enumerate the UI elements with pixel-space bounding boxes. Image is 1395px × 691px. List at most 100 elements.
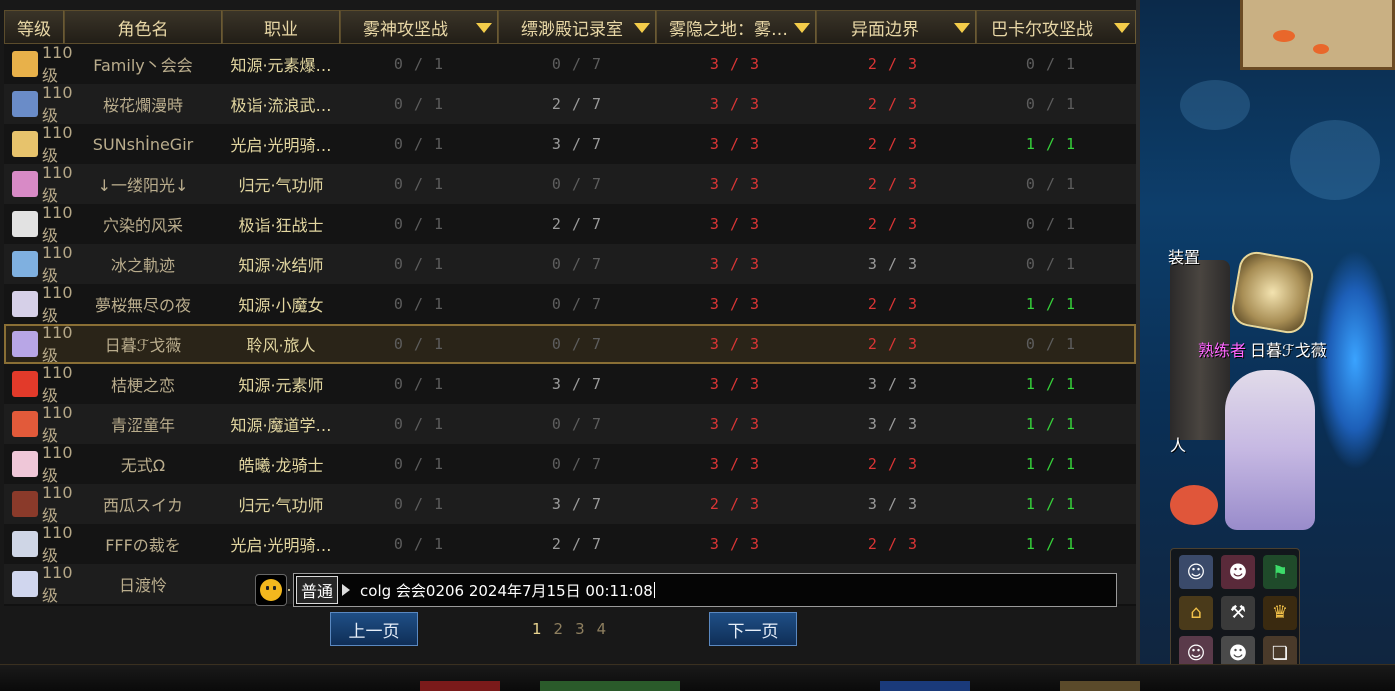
table-row[interactable]: 110级 桜花爛漫時 极诣·流浪武… 0 / 1 2 / 7 3 / 3 2 / 3 0 / …: [4, 83, 1136, 126]
member-job: 知源·元素师: [238, 376, 324, 395]
table-row[interactable]: 110级 Family丶会会 知源·元素爆… 0 / 1 0 / 7 3 / 3 2 / 3…: [4, 43, 1136, 86]
smiley-icon: [260, 579, 282, 601]
emoji-button[interactable]: [255, 574, 287, 606]
page-number[interactable]: 4: [597, 620, 607, 638]
member-level-cell: 110级: [4, 203, 73, 246]
header-job[interactable]: 职业: [222, 10, 340, 44]
player-character[interactable]: [1225, 370, 1315, 530]
dungeon-progress-1: 0 / 1: [393, 455, 445, 473]
member-name: 青涩童年: [110, 416, 175, 435]
dropdown-arrow-icon[interactable]: [476, 23, 492, 33]
dungeon-progress-2: 2 / 7: [551, 535, 603, 553]
page-number[interactable]: 1: [532, 620, 542, 638]
dropdown-arrow-icon[interactable]: [1114, 23, 1130, 33]
dungeon-progress-2: 0 / 7: [551, 455, 603, 473]
header-dungeon-2[interactable]: 缥渺殿记录室: [498, 10, 656, 44]
header-dungeon-1[interactable]: 雾神攻坚战: [340, 10, 498, 44]
dungeon-progress-5: 0 / 1: [1025, 255, 1077, 273]
member-name: Family丶会会: [93, 56, 193, 75]
dungeon-progress-3: 3 / 3: [709, 295, 761, 313]
header-dungeon-2-label: 缥渺殿记录室: [521, 19, 623, 40]
side-label: 人: [1170, 436, 1187, 455]
minimap[interactable]: [1240, 0, 1395, 70]
dungeon-progress-2: 0 / 7: [551, 175, 603, 193]
member-name: 无式Ω: [120, 456, 166, 475]
table-row[interactable]: 110级 无式Ω 皓曦·龙骑士 0 / 1 0 / 7 3 / 3 2 / 3 1 / 1: [4, 443, 1136, 485]
dungeon-progress-2: 0 / 7: [551, 335, 603, 353]
crown-icon[interactable]: ♛: [1263, 595, 1297, 630]
member-name: 日渡怜: [118, 576, 167, 595]
page-number[interactable]: 3: [575, 620, 585, 638]
header-name[interactable]: 角色名: [64, 10, 222, 44]
table-row[interactable]: 110级 ↓一缕阳光↓ 归元·气功师 0 / 1 0 / 7 3 / 3 2 / 3 0 / …: [4, 163, 1136, 205]
quick-menu-panel: ☺ ☻ ⚑ ⌂ ⚒ ♛ ☺ ☻ ❏: [1170, 548, 1300, 678]
next-page-button[interactable]: 下一页: [709, 612, 797, 646]
dungeon-progress-4: 2 / 3: [867, 335, 919, 353]
npc-icon[interactable]: ☻: [1221, 555, 1255, 589]
header-dungeon-3[interactable]: 雾隐之地：雾…: [656, 10, 816, 44]
dungeon-progress-1: 0 / 1: [393, 135, 445, 153]
dungeon-progress-5: 1 / 1: [1025, 495, 1077, 513]
dungeon-progress-3: 2 / 3: [709, 495, 761, 513]
chat-input[interactable]: 普通 colg 会会0206 2024年7月15日 00:11:08: [293, 573, 1117, 607]
header-level[interactable]: 等级: [4, 10, 64, 44]
dungeon-progress-5: 0 / 1: [1025, 55, 1077, 73]
chat-input-text: colg 会会0206 2024年7月15日 00:11:08: [360, 581, 653, 600]
table-row[interactable]: 110级 FFFの裁を 光启·光明骑… 0 / 1 2 / 7 3 / 3 2 / 3 1 /…: [4, 523, 1136, 565]
member-level-cell: 110级: [4, 43, 73, 86]
guild-member-panel: 等级 角色名 职业 雾神攻坚战 缥渺殿记录室 雾隐之地：雾… 异面边界 巴卡尔攻…: [0, 0, 1140, 664]
header-dungeon-3-label: 雾隐之地：雾…: [669, 19, 788, 40]
table-row[interactable]: 110级 青涩童年 知源·魔道学… 0 / 1 0 / 7 3 / 3 3 / 3 1 / 1: [4, 403, 1136, 445]
table-row[interactable]: 110级 日暮ℱ戈薇 聆风·旅人 0 / 1 0 / 7 3 / 3 2 / 3 0 / 1: [4, 323, 1136, 365]
member-level-cell: 110级: [4, 83, 73, 126]
member-job: 聆风·旅人: [246, 336, 316, 355]
dungeon-progress-3: 3 / 3: [709, 55, 761, 73]
avatar-icon: [12, 91, 38, 117]
dropdown-arrow-icon[interactable]: [794, 23, 810, 33]
header-dungeon-4[interactable]: 异面边界: [816, 10, 976, 44]
dungeon-progress-4: 2 / 3: [867, 135, 919, 153]
member-job: 皓曦·龙骑士: [238, 456, 324, 475]
table-row[interactable]: 110级 桔梗之恋 知源·元素师 0 / 1 3 / 7 3 / 3 3 / 3 1 / 1: [4, 363, 1136, 405]
header-dungeon-1-label: 雾神攻坚战: [363, 19, 448, 40]
dungeon-progress-3: 3 / 3: [709, 535, 761, 553]
guild-icon[interactable]: ⚑: [1263, 555, 1297, 589]
character-icon[interactable]: ☺: [1179, 555, 1213, 589]
member-job: 极诣·流浪武…: [230, 96, 332, 115]
trade-icon[interactable]: ⚒: [1221, 595, 1255, 630]
member-name: FFFの裁を: [105, 536, 181, 555]
side-label: 装置: [1168, 248, 1201, 267]
member-level-cell: 110级: [4, 563, 73, 606]
dungeon-progress-4: 2 / 3: [867, 95, 919, 113]
dungeon-progress-1: 0 / 1: [393, 95, 445, 113]
dropdown-arrow-icon[interactable]: [954, 23, 970, 33]
avatar-icon: [12, 531, 38, 557]
dropdown-arrow-icon[interactable]: [634, 23, 650, 33]
member-name: 夢桜無尽の夜: [94, 296, 191, 315]
table-row[interactable]: 110级 西瓜スイカ 归元·气功师 0 / 1 3 / 7 2 / 3 3 / 3 1 / 1: [4, 483, 1136, 525]
avatar-icon: [12, 411, 38, 437]
dungeon-progress-1: 0 / 1: [393, 415, 445, 433]
dungeon-progress-1: 0 / 1: [393, 255, 445, 273]
table-row[interactable]: 110级 穴染的风采 极诣·狂战士 0 / 1 2 / 7 3 / 3 2 / 3 0 / 1: [4, 203, 1136, 246]
dungeon-progress-4: 3 / 3: [867, 255, 919, 273]
table-row[interactable]: 110级 SUNshİneGir 光启·光明骑… 0 / 1 3 / 7 3 / 3 2 /…: [4, 123, 1136, 165]
page-number[interactable]: 2: [554, 620, 564, 638]
dungeon-progress-3: 3 / 3: [709, 415, 761, 433]
prev-page-button[interactable]: 上一页: [330, 612, 418, 646]
avatar-icon: [12, 451, 38, 477]
header-dungeon-5[interactable]: 巴卡尔攻坚战: [976, 10, 1136, 44]
dungeon-progress-2: 0 / 7: [551, 55, 603, 73]
home-icon[interactable]: ⌂: [1179, 595, 1213, 630]
avatar-icon: [12, 571, 38, 597]
chat-channel-selector[interactable]: 普通: [296, 576, 339, 604]
chat-input-bar[interactable]: 普通 colg 会会0206 2024年7月15日 00:11:08: [255, 572, 1117, 608]
table-row[interactable]: 110级 冰之軌迹 知源·冰结师 0 / 1 0 / 7 3 / 3 3 / 3 0 / 1: [4, 243, 1136, 285]
dungeon-progress-1: 0 / 1: [393, 175, 445, 193]
dungeon-progress-4: 2 / 3: [867, 55, 919, 73]
dungeon-progress-4: 2 / 3: [867, 535, 919, 553]
dungeon-progress-2: 0 / 7: [551, 255, 603, 273]
channel-arrow-icon[interactable]: [342, 584, 351, 596]
dungeon-progress-5: 1 / 1: [1025, 295, 1077, 313]
table-row[interactable]: 110级 夢桜無尽の夜 知源·小魔女 0 / 1 0 / 7 3 / 3 2 / 3 1 / …: [4, 283, 1136, 325]
